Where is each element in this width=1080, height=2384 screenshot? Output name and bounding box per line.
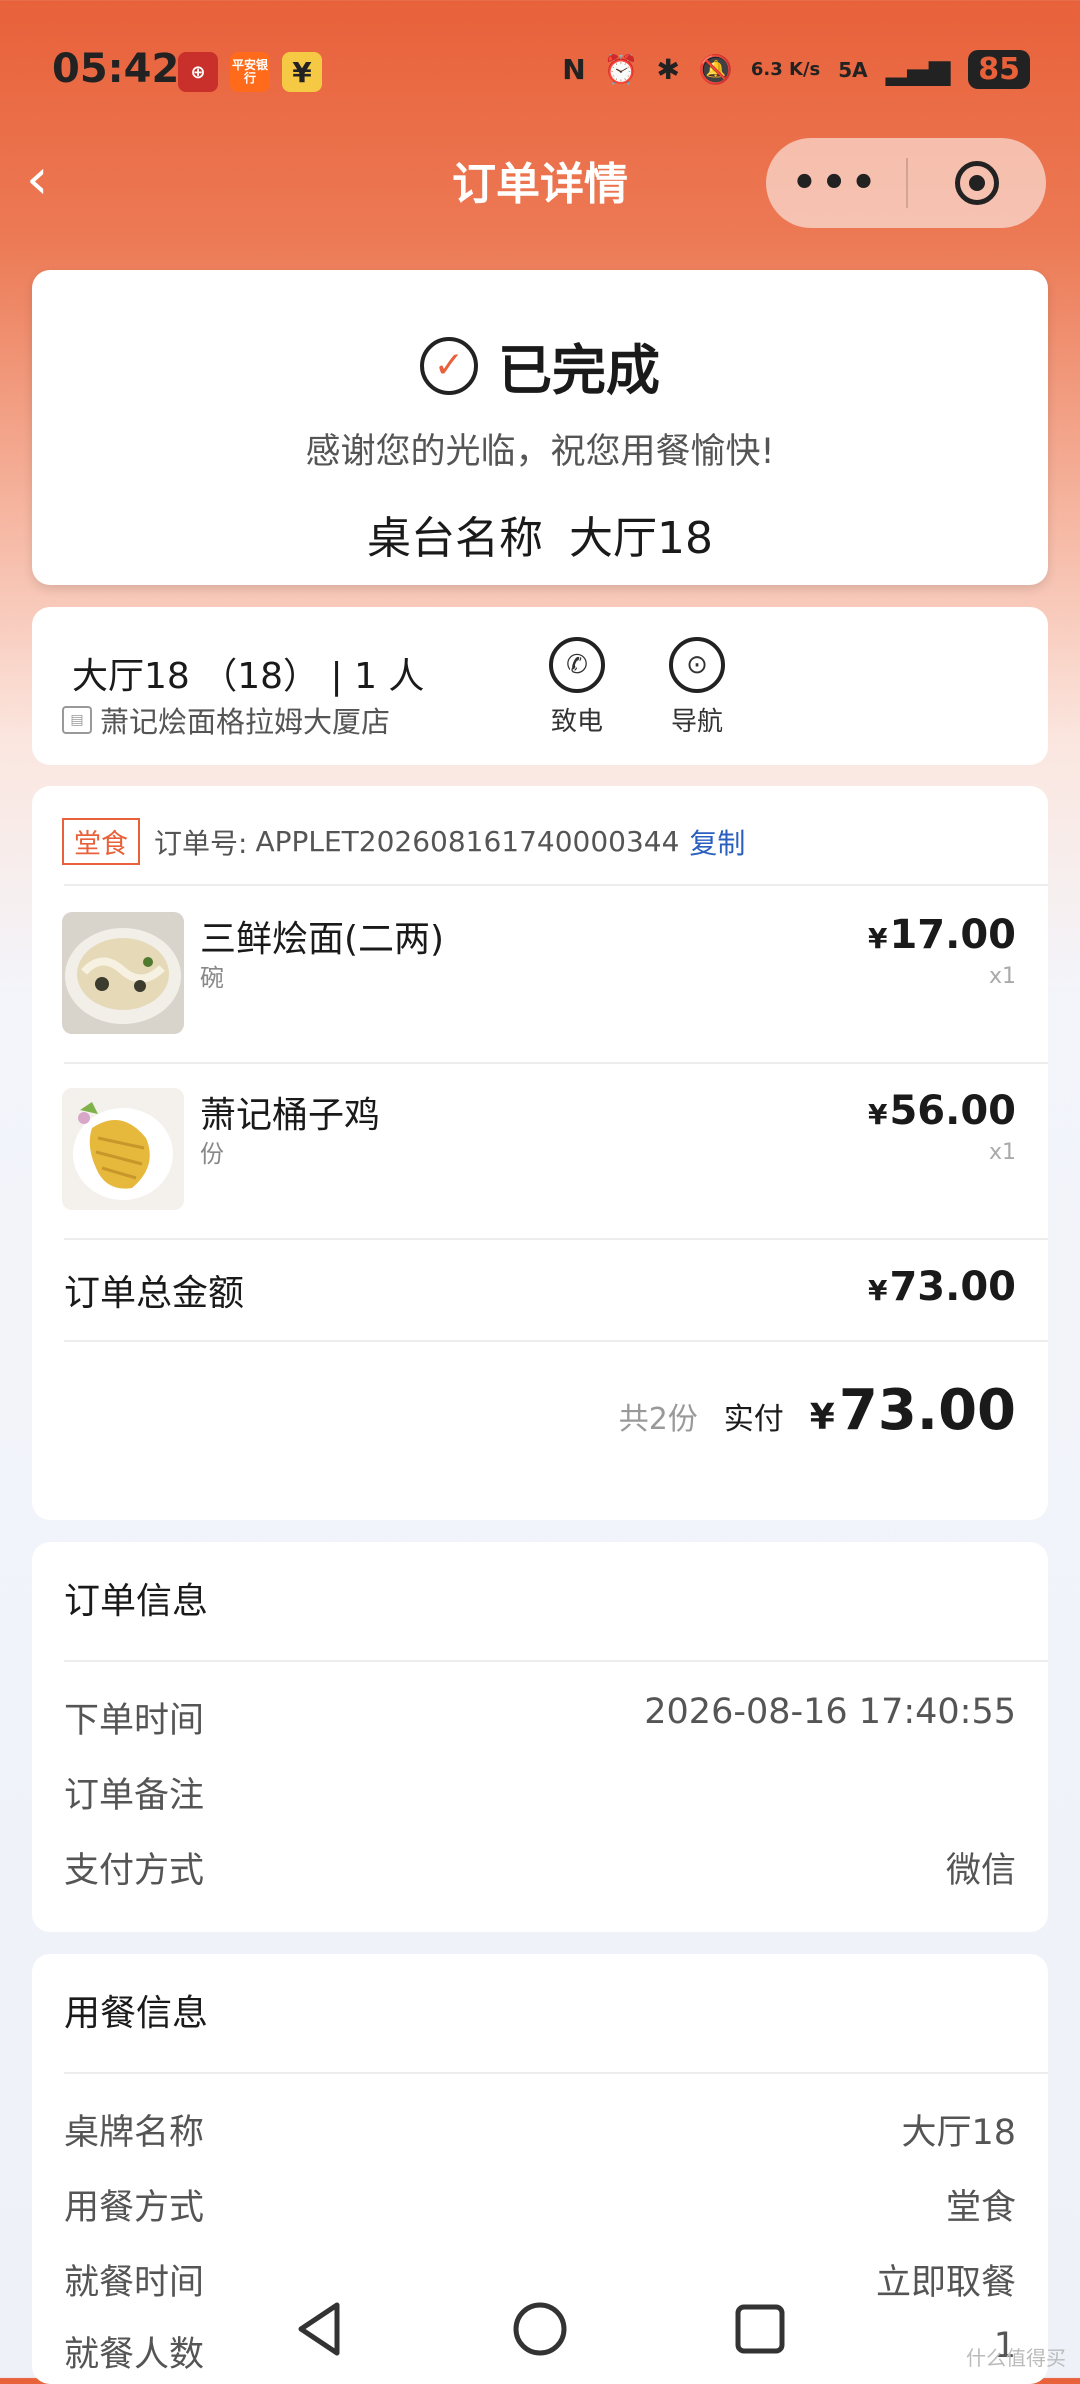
paid-amount: ¥73.00 <box>810 1378 1016 1443</box>
thanks-message: 感谢您的光临，祝您用餐愉快! <box>305 432 775 472</box>
divider <box>64 884 1048 886</box>
section-title: 用餐信息 <box>64 1993 209 2034</box>
currency-symbol: ¥ <box>867 1098 888 1131</box>
info-row: 用餐方式 堂食 <box>64 2179 1016 2229</box>
item-unit: 碗 <box>200 964 224 992</box>
call-label: 致电 <box>550 707 603 737</box>
item-name: 三鲜烩面(二两) <box>200 919 445 960</box>
info-row: 支付方式 微信 <box>64 1842 1016 1892</box>
phone-icon: ✆ <box>549 637 605 693</box>
divider <box>64 1340 1048 1342</box>
item-unit: 份 <box>200 1140 224 1168</box>
status-time: 05:42 <box>52 46 180 92</box>
signal-icon: ▂▄▆ <box>885 53 951 86</box>
nfc-icon: N <box>562 53 586 86</box>
recents-square-icon[interactable] <box>730 2299 790 2359</box>
close-miniapp-button[interactable] <box>908 161 1046 205</box>
order-card: 堂食 订单号: APPLET202608161740000344 复制 三鲜烩面… <box>32 786 1048 1520</box>
info-label: 订单备注 <box>64 1776 205 1816</box>
info-value: 2026-08-16 17:40:55 <box>644 1692 1016 1732</box>
currency-symbol: ¥ <box>809 1397 835 1438</box>
status-bar: 05:42 ⊕ 平安银行 ¥ N ⏰ ✱ 🔕 6.3 K/s 5A ▂▄▆ 85 <box>0 0 1080 140</box>
paid-summary: 共2份 实付 ¥73.00 <box>619 1378 1016 1443</box>
order-total: ¥73.00 <box>868 1264 1016 1310</box>
table-name: 桌台名称 大厅18 <box>32 502 1048 566</box>
table-summary: 大厅18 （18） | 1 人 <box>72 656 425 697</box>
item-qty: x1 <box>988 1140 1016 1165</box>
yen-icon: ¥ <box>282 52 322 92</box>
item-price: ¥17.00 <box>868 912 1016 958</box>
item-qty: x1 <box>988 964 1016 989</box>
divider <box>64 2072 1048 2074</box>
order-no-label: 订单号: <box>154 826 248 860</box>
divider <box>64 1062 1048 1064</box>
paid-label: 实付 <box>723 1402 784 1437</box>
alarm-icon: ⏰ <box>603 53 639 86</box>
watermark: 什么值得买 <box>966 2346 1066 2370</box>
location-pin-icon: ⊙ <box>669 637 725 693</box>
order-header: 堂食 订单号: APPLET202608161740000344 复制 <box>62 818 745 865</box>
currency-symbol: ¥ <box>867 922 888 955</box>
home-circle-icon[interactable] <box>510 2299 570 2359</box>
table-name-value: 大厅18 <box>569 513 713 564</box>
info-label: 桌牌名称 <box>64 2113 205 2153</box>
info-label: 支付方式 <box>64 1851 205 1891</box>
pingan-bank-icon: 平安银行 <box>230 52 270 92</box>
info-row: 订单备注 <box>64 1767 1016 1817</box>
net-speed: 6.3 K/s <box>750 58 821 80</box>
divider <box>64 1238 1048 1240</box>
section-title: 订单信息 <box>64 1581 209 1622</box>
info-label: 用餐方式 <box>64 2188 205 2228</box>
miniapp-capsule: ••• <box>766 138 1046 228</box>
item-price-value: 56.00 <box>889 1088 1016 1134</box>
bank-icon: ⊕ <box>178 52 218 92</box>
store-info: ▤ 萧记烩面格拉姆大厦店 <box>62 699 390 741</box>
order-item: 三鲜烩面(二两) 碗 ¥17.00 x1 <box>62 912 1016 1052</box>
item-image-noodles <box>62 912 184 1034</box>
order-total-label: 订单总金额 <box>64 1273 245 1314</box>
nav-bar: ‹ 订单详情 ••• <box>0 130 1080 240</box>
call-button[interactable]: ✆ 致电 <box>532 637 622 738</box>
item-price-value: 17.00 <box>889 912 1016 958</box>
system-nav-bar <box>0 2280 1080 2378</box>
copy-button[interactable]: 复制 <box>689 822 745 862</box>
status-icons: N ⏰ ✱ 🔕 6.3 K/s 5A ▂▄▆ 85 <box>562 50 1030 89</box>
navigate-label: 导航 <box>670 707 723 737</box>
store-card: 大厅18 （18） | 1 人 ▤ 萧记烩面格拉姆大厦店 ✆ 致电 ⊙ 导航 <box>32 607 1048 765</box>
info-value: 微信 <box>945 1851 1016 1891</box>
info-value: 大厅18 <box>901 2113 1016 2153</box>
battery-level: 85 <box>968 50 1030 89</box>
order-item: 萧记桶子鸡 份 ¥56.00 x1 <box>62 1088 1016 1228</box>
info-row: 下单时间 2026-08-16 17:40:55 <box>64 1692 1016 1742</box>
table-name-label: 桌台名称 <box>367 513 543 564</box>
item-price: ¥56.00 <box>868 1088 1016 1134</box>
target-icon <box>955 161 999 205</box>
order-status: 已完成 <box>498 339 660 402</box>
info-row: 桌牌名称 大厅18 <box>64 2104 1016 2154</box>
mute-icon: 🔕 <box>697 53 733 86</box>
back-triangle-icon[interactable] <box>290 2299 350 2359</box>
bluetooth-icon: ✱ <box>656 53 680 86</box>
paid-amount-value: 73.00 <box>838 1378 1016 1443</box>
order-status-card: ✓ 已完成 感谢您的光临，祝您用餐愉快! 桌台名称 大厅18 <box>32 270 1048 585</box>
item-name: 萧记桶子鸡 <box>200 1095 381 1136</box>
info-label: 下单时间 <box>64 1701 205 1741</box>
divider <box>64 1660 1048 1662</box>
check-circle-icon: ✓ <box>420 336 478 395</box>
info-value: 堂食 <box>945 2188 1016 2228</box>
store-name: 萧记烩面格拉姆大厦店 <box>100 705 391 739</box>
navigate-button[interactable]: ⊙ 导航 <box>652 637 742 738</box>
order-info-card: 订单信息 下单时间 2026-08-16 17:40:55 订单备注 支付方式 … <box>32 1542 1048 1932</box>
order-total-value: 73.00 <box>889 1264 1016 1310</box>
item-count: 共2份 <box>618 1402 698 1437</box>
store-icon: ▤ <box>62 706 92 734</box>
order-no: APPLET202608161740000344 <box>255 825 680 858</box>
item-image-chicken <box>62 1088 184 1210</box>
dine-in-tag: 堂食 <box>62 818 140 865</box>
network-label: 5A <box>838 57 868 82</box>
more-button[interactable]: ••• <box>766 160 906 206</box>
currency-symbol: ¥ <box>867 1274 888 1307</box>
